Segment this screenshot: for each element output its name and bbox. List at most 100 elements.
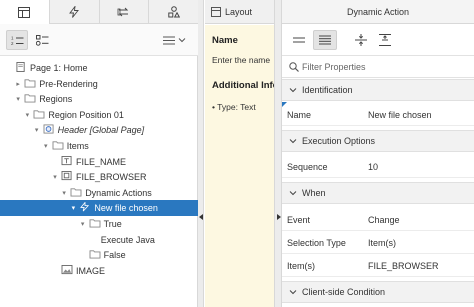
property-editor: Dynamic Action Filter Properties Identif… bbox=[282, 0, 474, 307]
tree-node[interactable]: ▾ True bbox=[0, 216, 198, 232]
right-splitter[interactable] bbox=[274, 0, 282, 307]
prop-selection-type-label: Selection Type bbox=[287, 238, 346, 248]
prop-event-label: Event bbox=[287, 215, 311, 225]
expand-toggle-icon[interactable]: ▾ bbox=[33, 126, 41, 134]
rendering-tree-icon bbox=[18, 6, 31, 18]
tree-node-label: Header [Global Page] bbox=[57, 125, 145, 136]
chevron-down-icon bbox=[178, 38, 185, 43]
collapse-all-icon bbox=[355, 34, 367, 46]
expand-toggle-icon[interactable]: ▾ bbox=[60, 189, 68, 197]
prop-selection-type-value[interactable]: Item(s) bbox=[368, 238, 396, 248]
section-client-side-condition[interactable]: Client-side Condition bbox=[282, 281, 474, 303]
expand-toggle-icon[interactable]: ▾ bbox=[51, 173, 59, 181]
tree-node-label: FILE_BROWSER bbox=[76, 172, 147, 183]
tree-node-label: Region Position 01 bbox=[48, 109, 124, 120]
tab-dynamic-actions[interactable] bbox=[50, 0, 100, 23]
tree-node[interactable]: FILE_NAME bbox=[0, 154, 198, 170]
folder-icon bbox=[24, 94, 36, 103]
section-identification[interactable]: Identification bbox=[282, 79, 474, 101]
collapse-right-icon[interactable] bbox=[277, 214, 281, 220]
section-when[interactable]: When bbox=[282, 182, 474, 204]
tree-node-label: FILE_NAME bbox=[76, 156, 127, 167]
component-tree: Page 1: Home ▸ Pre-Rendering ▾ Regions ▾ Regio… bbox=[0, 60, 198, 278]
search-icon bbox=[289, 62, 299, 72]
expand-toggle-icon[interactable]: ▾ bbox=[79, 220, 87, 228]
tree-node[interactable]: ▾ New file chosen bbox=[0, 200, 198, 216]
tree-node[interactable]: ▾ Regions bbox=[0, 91, 198, 107]
prop-event-value[interactable]: Change bbox=[368, 215, 400, 225]
filter-properties-input[interactable] bbox=[302, 60, 462, 74]
help-panel: Name Enter the name Additional Info • Ty… bbox=[205, 25, 274, 307]
two-lines-icon bbox=[293, 37, 305, 43]
central-pane: Layout Name Enter the name Additional In… bbox=[205, 0, 274, 307]
prop-items-label: Item(s) bbox=[287, 261, 315, 271]
file-browse-item-icon bbox=[61, 171, 72, 181]
text-item-icon bbox=[61, 155, 72, 165]
tree-node[interactable]: ▾ Items bbox=[0, 138, 198, 154]
tree-node[interactable]: ▾ Header [Global Page] bbox=[0, 122, 198, 138]
chevron-down-icon bbox=[289, 191, 297, 196]
tab-layout-label: Layout bbox=[225, 6, 253, 17]
tab-shared-components[interactable] bbox=[149, 0, 198, 23]
chevron-down-icon bbox=[289, 139, 297, 144]
help-heading-additional: Additional Info bbox=[212, 80, 274, 91]
page-designer: 1 2 Page 1: Home ▸ Pre-Rendering ▾ Regio… bbox=[0, 0, 474, 307]
prop-name-row: Name New file chosen bbox=[282, 103, 474, 126]
expand-toggle-icon[interactable]: ▾ bbox=[42, 142, 50, 150]
tree-node-label: False bbox=[103, 250, 126, 261]
collapse-left-icon[interactable] bbox=[199, 214, 203, 220]
tab-layout[interactable]: Layout bbox=[205, 0, 274, 24]
section-client-side-condition-label: Client-side Condition bbox=[302, 287, 386, 297]
help-heading-name: Name bbox=[212, 35, 238, 46]
lightning-icon bbox=[80, 202, 90, 212]
prop-name-label: Name bbox=[287, 110, 312, 120]
tab-processing[interactable] bbox=[100, 0, 150, 23]
grid-view-button[interactable] bbox=[31, 30, 53, 50]
left-splitter[interactable] bbox=[198, 0, 204, 307]
tree-node[interactable]: ▾ FILE_BROWSER bbox=[0, 169, 198, 185]
tree-node[interactable]: Execute Java bbox=[0, 232, 198, 248]
expand-toggle-icon[interactable]: ▾ bbox=[14, 95, 22, 103]
svg-text:1: 1 bbox=[11, 35, 14, 40]
global-region-icon bbox=[43, 124, 54, 134]
tree-node[interactable]: ▸ Pre-Rendering bbox=[0, 76, 198, 92]
tree-node[interactable]: ▾ Region Position 01 bbox=[0, 107, 198, 123]
numbered-list-icon: 1 2 bbox=[11, 35, 23, 46]
tree-menu-button[interactable] bbox=[160, 30, 188, 50]
page-icon bbox=[16, 62, 25, 72]
tree-node-label: Dynamic Actions bbox=[85, 187, 152, 198]
filter-bar bbox=[282, 56, 474, 78]
prop-sequence-value[interactable]: 10 bbox=[368, 162, 378, 172]
tree-view-button[interactable]: 1 2 bbox=[6, 30, 28, 50]
tree-node[interactable]: IMAGE bbox=[0, 263, 198, 279]
expand-toggle-icon[interactable]: ▾ bbox=[69, 204, 77, 212]
collapse-toggle-icon[interactable]: ▸ bbox=[14, 80, 22, 88]
prop-sequence-row: Sequence 10 bbox=[282, 155, 474, 178]
folder-icon bbox=[33, 110, 45, 119]
property-toolbar bbox=[282, 24, 474, 56]
folder-icon bbox=[24, 78, 36, 88]
expand-all-button[interactable] bbox=[374, 30, 396, 50]
expand-toggle-icon[interactable]: ▾ bbox=[23, 111, 31, 119]
property-editor-title: Dynamic Action bbox=[282, 0, 474, 24]
prop-name-value[interactable]: New file chosen bbox=[368, 110, 432, 120]
show-all-button[interactable] bbox=[313, 30, 337, 50]
tree-node[interactable]: False bbox=[0, 247, 198, 263]
many-lines-icon bbox=[319, 35, 331, 45]
prop-items-value[interactable]: FILE_BROWSER bbox=[368, 261, 439, 271]
tree-node-label: Pre-Rendering bbox=[39, 78, 98, 89]
collapse-all-button[interactable] bbox=[350, 30, 372, 50]
show-common-button[interactable] bbox=[288, 30, 310, 50]
section-execution-options[interactable]: Execution Options bbox=[282, 130, 474, 152]
tree-node[interactable]: ▾ Dynamic Actions bbox=[0, 185, 198, 201]
tab-rendering[interactable] bbox=[0, 0, 50, 25]
chevron-down-icon bbox=[289, 88, 297, 93]
tree-node-label: Items bbox=[66, 140, 89, 151]
folder-icon bbox=[89, 219, 101, 228]
left-tab-bar bbox=[0, 0, 198, 25]
tree-node-label: Regions bbox=[39, 94, 73, 105]
tree-node-label: Execute Java bbox=[100, 234, 155, 245]
tree-node[interactable]: Page 1: Home bbox=[0, 60, 198, 76]
image-item-icon bbox=[61, 264, 73, 274]
tree-panel: 1 2 Page 1: Home ▸ Pre-Rendering ▾ Regio… bbox=[0, 0, 198, 307]
